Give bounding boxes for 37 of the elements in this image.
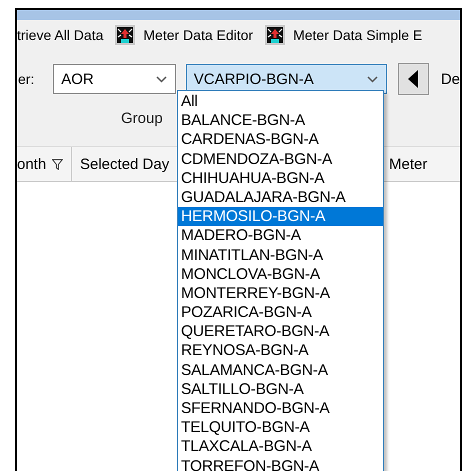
filter-label: er: — [17, 71, 36, 87]
left-triangle-icon — [408, 70, 418, 88]
dropdown-item[interactable]: TLAXCALA-BGN-A — [178, 437, 383, 457]
column-header[interactable]: Meter — [389, 156, 428, 172]
toolbar-button[interactable]: trieve All Data — [17, 27, 104, 43]
dropdown-item[interactable]: MINATITLAN-BGN-A — [178, 246, 383, 265]
dropdown-item[interactable]: CDMENDOZA-BGN-A — [178, 150, 383, 169]
dropdown-item[interactable]: REYNOSA-BGN-A — [178, 341, 383, 361]
filter-icon[interactable] — [52, 158, 63, 170]
dropdown-item[interactable]: SALAMANCA-BGN-A — [178, 360, 383, 380]
meter-icon[interactable] — [115, 25, 136, 45]
combo-box[interactable]: AOR — [53, 64, 176, 94]
dropdown-item[interactable]: CARDENAS-BGN-A — [178, 130, 383, 150]
toolbar-button[interactable]: Meter Data Simple E — [293, 27, 422, 43]
dropdown-item[interactable]: MADERO-BGN-A — [178, 226, 383, 246]
dropdown-item[interactable]: MONCLOVA-BGN-A — [178, 264, 383, 284]
dropdown-item[interactable]: SFERNANDO-BGN-A — [178, 399, 383, 418]
dropdown-item[interactable]: MONTERREY-BGN-A — [178, 284, 383, 304]
dropdown-item[interactable]: All — [178, 92, 383, 112]
group-label: Group — [121, 110, 163, 129]
dropdown-item[interactable]: SALTILLO-BGN-A — [178, 380, 383, 399]
caret-icon — [366, 76, 378, 82]
filter-label: De — [440, 70, 460, 88]
dropdown-item[interactable]: QUERETARO-BGN-A — [178, 322, 383, 342]
caret-icon — [156, 76, 167, 82]
dropdown-item[interactable]: TORREFON-BGN-A — [178, 456, 383, 471]
dropdown-item[interactable]: BALANCE-BGN-A — [178, 111, 383, 130]
meter-icon[interactable] — [265, 25, 286, 45]
column-header[interactable]: Selected Day — [80, 156, 170, 172]
dropdown-item[interactable]: TELQUITO-BGN-A — [178, 418, 383, 438]
toolbar-button[interactable]: Meter Data Editor — [143, 27, 254, 43]
previous-button[interactable] — [398, 63, 429, 95]
dropdown-item[interactable]: GUADALAJARA-BGN-A — [178, 188, 383, 208]
dropdown-item[interactable]: POZARICA-BGN-A — [178, 303, 383, 322]
dropdown-item[interactable]: HERMOSILO-BGN-A — [178, 207, 383, 226]
column-header[interactable]: onth — [17, 156, 46, 172]
dropdown-item[interactable]: CHIHUAHUA-BGN-A — [178, 168, 383, 188]
